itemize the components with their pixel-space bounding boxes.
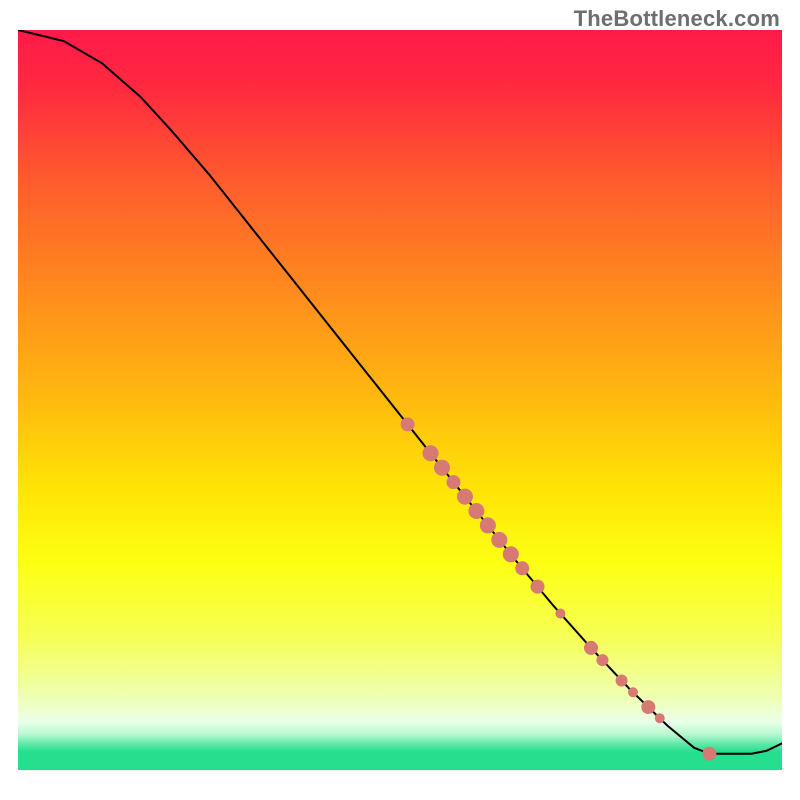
chart-marker <box>655 713 665 723</box>
chart-background <box>18 30 782 770</box>
chart-marker <box>555 609 565 619</box>
chart-marker <box>596 654 608 666</box>
chart-container: TheBottleneck.com <box>0 0 800 800</box>
chart-marker <box>702 747 716 761</box>
chart-marker <box>584 641 598 655</box>
chart-marker <box>480 517 496 533</box>
chart-marker <box>531 580 545 594</box>
chart-marker <box>503 546 519 562</box>
chart-marker <box>641 700 655 714</box>
chart-svg <box>18 30 782 770</box>
chart-marker <box>628 687 638 697</box>
chart-marker <box>401 417 415 431</box>
watermark-label: TheBottleneck.com <box>574 6 780 32</box>
chart-marker <box>446 475 460 489</box>
chart-marker <box>616 674 628 686</box>
plot-area <box>18 30 782 770</box>
chart-marker <box>515 561 529 575</box>
chart-marker <box>457 489 473 505</box>
chart-marker <box>491 532 507 548</box>
chart-marker <box>434 460 450 476</box>
chart-marker <box>423 445 439 461</box>
chart-marker <box>468 503 484 519</box>
